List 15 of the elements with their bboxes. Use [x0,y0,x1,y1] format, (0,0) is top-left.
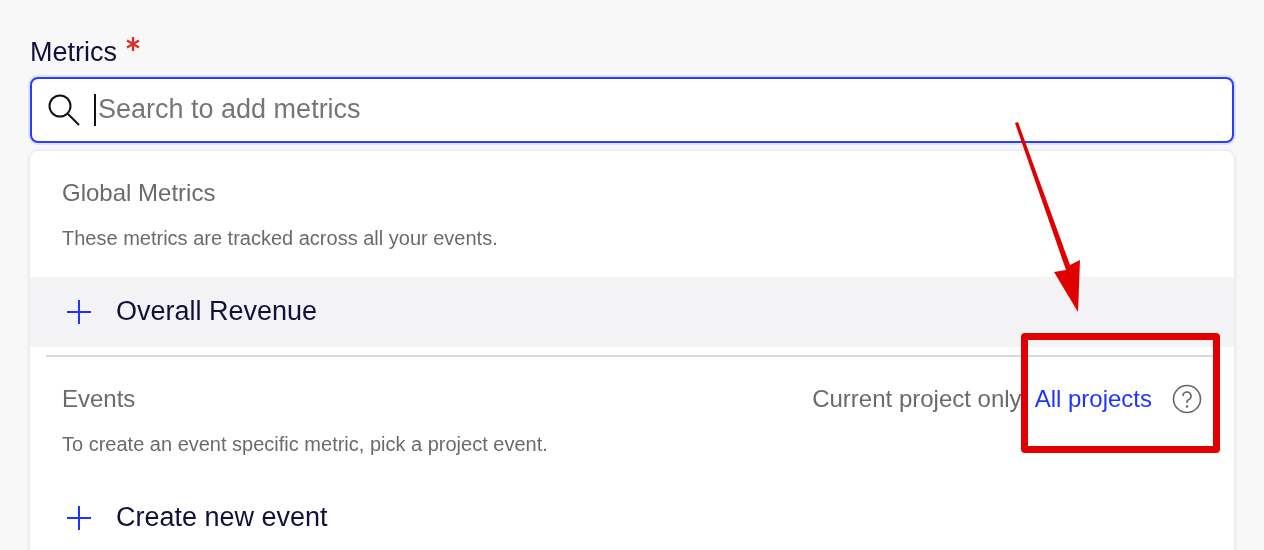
section-description: These metrics are tracked across all your events. [61,225,499,251]
scope-toggle[interactable]: All projects [1034,380,1152,417]
scope-toggle[interactable]: Current project only [812,380,1022,417]
section-title: Global Metrics [62,177,216,208]
section-description: To create an event specific metric, pick a project event. [61,431,549,457]
menu-item[interactable]: Overall Revenue [30,276,1234,347]
plus-icon [66,504,92,531]
text-cursor [94,93,96,126]
help-icon[interactable] [1172,383,1202,414]
section-title: Events [62,383,136,414]
search-icon [47,92,81,127]
menu-item[interactable]: Create new event [30,482,1234,550]
field-label: Metrics [30,36,117,69]
plus-icon [66,298,92,325]
search-field[interactable]: Search to add metrics [30,76,1234,143]
